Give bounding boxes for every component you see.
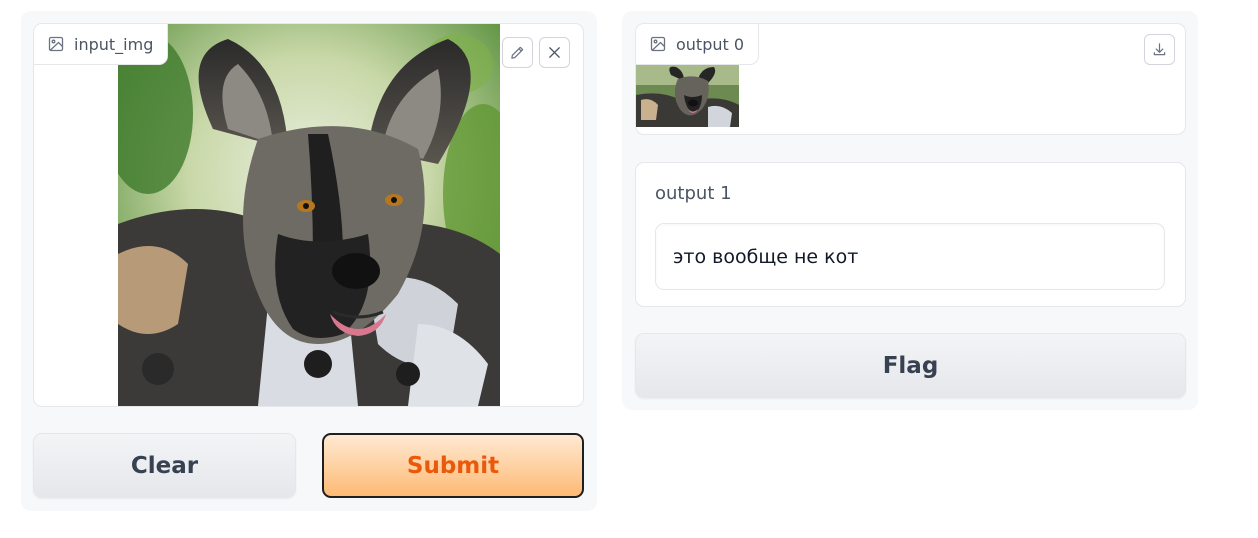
output-panel: output 0 output 1 это вообще не кот Flag [622, 11, 1198, 410]
output-image-block: output 0 [635, 23, 1186, 135]
output-image-label-text: output 0 [676, 34, 745, 54]
image-icon [650, 36, 666, 52]
submit-button[interactable]: Submit [322, 433, 584, 498]
input-image-preview [118, 24, 500, 406]
remove-image-button[interactable] [539, 37, 570, 68]
download-icon [1152, 42, 1167, 57]
dog-thumbnail [636, 65, 739, 127]
input-image-block[interactable]: input_img [33, 23, 584, 407]
image-icon [48, 36, 64, 52]
flag-button-label: Flag [882, 352, 939, 379]
output-text-value: это вообще не кот [673, 245, 859, 268]
input-image-label-text: input_img [74, 34, 154, 54]
output-image-thumbnail[interactable] [636, 65, 739, 127]
clear-button[interactable]: Clear [33, 433, 296, 498]
clear-button-label: Clear [130, 452, 199, 479]
flag-button[interactable]: Flag [635, 333, 1186, 398]
output-image-label: output 0 [636, 24, 760, 65]
close-icon [547, 45, 562, 60]
dog-photo [118, 24, 500, 406]
download-button[interactable] [1144, 34, 1175, 65]
input-panel: input_img Clear Submit [21, 11, 597, 511]
output-text-block: output 1 это вообще не кот [635, 162, 1186, 307]
pencil-icon [510, 45, 525, 60]
output-text-label: output 1 [655, 183, 732, 204]
edit-image-button[interactable] [502, 37, 533, 68]
output-textbox[interactable]: это вообще не кот [655, 223, 1165, 290]
submit-button-label: Submit [406, 452, 500, 479]
input-image-label: input_img [34, 24, 169, 65]
